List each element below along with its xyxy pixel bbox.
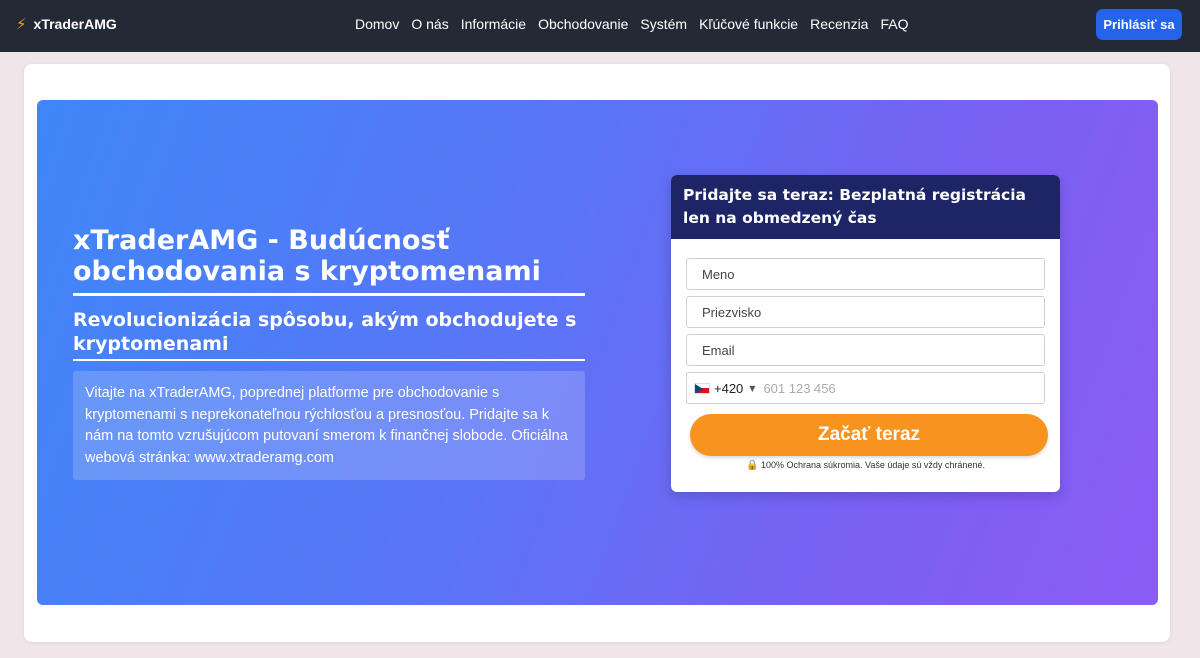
start-now-button[interactable]: Začať teraz xyxy=(690,414,1048,456)
subtitle-underline xyxy=(73,359,585,361)
top-navbar: ⚡ xTraderAMG Domov O nás Informácie Obch… xyxy=(0,0,1200,52)
first-name-field[interactable] xyxy=(686,258,1045,290)
privacy-text: 100% Ochrana súkromia. Vaše údaje sú vžd… xyxy=(761,460,985,470)
phone-field-group: +420 ▼ xyxy=(686,372,1045,404)
brand-logo[interactable]: ⚡ xTraderAMG xyxy=(16,16,117,32)
lock-icon: 🔒 xyxy=(746,460,759,471)
nav-item-obchodovanie[interactable]: Obchodovanie xyxy=(538,16,628,32)
nav-item-informacie[interactable]: Informácie xyxy=(461,16,526,32)
nav-item-klucove-funkcie[interactable]: Kľúčové funkcie xyxy=(699,16,798,32)
hero-subtitle: Revolucionizácia spôsobu, akým obchoduje… xyxy=(73,309,577,355)
privacy-note: 🔒 100% Ochrana súkromia. Vaše údaje sú v… xyxy=(671,460,1060,471)
nav-item-o-nas[interactable]: O nás xyxy=(411,16,448,32)
hero-description: Vitajte na xTraderAMG, poprednej platfor… xyxy=(73,371,585,480)
brand-name: xTraderAMG xyxy=(33,16,117,32)
nav-item-faq[interactable]: FAQ xyxy=(880,16,908,32)
lightning-icon: ⚡ xyxy=(16,14,27,33)
chevron-down-icon: ▼ xyxy=(749,383,756,393)
country-code-select[interactable]: +420 ▼ xyxy=(687,381,755,396)
nav-item-recenzia[interactable]: Recenzia xyxy=(810,16,868,32)
hero-title: xTraderAMG - Budúcnosť obchodovania s kr… xyxy=(73,225,541,287)
cz-flag-icon xyxy=(694,382,710,394)
nav-item-system[interactable]: Systém xyxy=(640,16,687,32)
registration-form: Pridajte sa teraz: Bezplatná registrácia… xyxy=(671,175,1060,492)
login-button[interactable]: Prihlásiť sa xyxy=(1096,9,1182,40)
title-underline xyxy=(73,293,585,296)
nav-item-domov[interactable]: Domov xyxy=(355,16,399,32)
last-name-field[interactable] xyxy=(686,296,1045,328)
phone-input[interactable] xyxy=(763,374,1044,402)
dial-code: +420 xyxy=(714,380,744,396)
main-menu: Domov O nás Informácie Obchodovanie Syst… xyxy=(355,16,908,32)
email-field[interactable] xyxy=(686,334,1045,366)
form-header: Pridajte sa teraz: Bezplatná registrácia… xyxy=(671,175,1060,239)
